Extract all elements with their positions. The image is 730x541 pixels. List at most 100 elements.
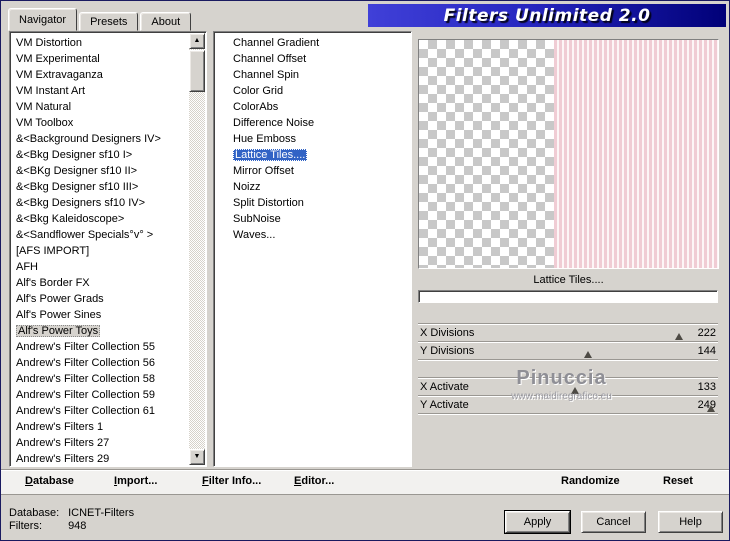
scroll-up-icon: ▲ bbox=[193, 37, 201, 44]
param-label: X Divisions bbox=[420, 327, 475, 339]
title-banner: Filters Unlimited 2.0 bbox=[368, 4, 726, 27]
category-item[interactable]: VM Natural bbox=[12, 99, 188, 115]
param-group: X Activate 133 Y Activate 249 bbox=[418, 377, 718, 414]
status-bar: Database: ICNET-Filters Filters: 948 App… bbox=[1, 496, 729, 540]
category-item[interactable]: Andrew's Filters 27 bbox=[12, 435, 188, 451]
category-item[interactable]: Alf's Power Sines bbox=[12, 307, 188, 323]
current-filter-name: Lattice Tiles.... bbox=[533, 274, 604, 286]
param-label: X Activate bbox=[420, 381, 469, 393]
filter-item[interactable]: Color Grid bbox=[229, 83, 409, 99]
category-item[interactable]: Andrew's Filters 29 bbox=[12, 451, 188, 464]
slider-thumb-icon[interactable] bbox=[570, 387, 579, 394]
scroll-up-button[interactable]: ▲ bbox=[189, 33, 205, 49]
param-slider-y-activate[interactable]: Y Activate 249 bbox=[418, 396, 718, 414]
preview-panel: Lattice Tiles.... X Divisions 222 Y Divisi… bbox=[414, 31, 723, 467]
category-item[interactable]: Alf's Power Toys bbox=[12, 323, 188, 339]
cancel-button[interactable]: Cancel bbox=[581, 511, 646, 533]
param-value: 144 bbox=[697, 345, 716, 357]
filter-listbox: Channel Gradient Channel Offset Channel Sp… bbox=[213, 31, 412, 467]
scrollbar-thumb[interactable] bbox=[189, 50, 205, 92]
category-scrollbar[interactable]: ▲ ▼ bbox=[189, 33, 205, 465]
category-item[interactable]: Andrew's Filters 1 bbox=[12, 419, 188, 435]
category-item[interactable]: Andrew's Filter Collection 58 bbox=[12, 371, 188, 387]
slider-thumb-icon[interactable] bbox=[706, 405, 715, 412]
import-button[interactable]: Import... bbox=[114, 475, 157, 487]
category-item[interactable]: Alf's Power Grads bbox=[12, 291, 188, 307]
param-slider-x-activate[interactable]: X Activate 133 bbox=[418, 378, 718, 396]
filters-status-value: 948 bbox=[68, 520, 87, 532]
slider-thumb-icon[interactable] bbox=[583, 351, 592, 358]
param-label: Y Activate bbox=[420, 399, 469, 411]
category-item[interactable]: &<Bkg Designer sf10 III> bbox=[12, 179, 188, 195]
apply-button[interactable]: Apply bbox=[504, 510, 571, 534]
filters-unlimited-window: Navigator Presets About Filters Unlimited … bbox=[0, 0, 730, 541]
preview-filtered-region bbox=[553, 40, 718, 268]
scroll-down-button[interactable]: ▼ bbox=[189, 449, 205, 465]
filter-info-button[interactable]: Filter Info... bbox=[202, 475, 261, 487]
tab-presets[interactable]: Presets bbox=[79, 12, 139, 31]
filter-item[interactable]: Split Distortion bbox=[229, 195, 409, 211]
tab-navigator[interactable]: Navigator bbox=[8, 8, 78, 31]
category-item[interactable]: &<Bkg Designer sf10 I> bbox=[12, 147, 188, 163]
param-slider-y-divisions[interactable]: Y Divisions 144 bbox=[418, 342, 718, 360]
category-item[interactable]: [AFS IMPORT] bbox=[12, 243, 188, 259]
preview-area bbox=[418, 39, 719, 269]
category-item[interactable]: Alf's Border FX bbox=[12, 275, 188, 291]
param-value: 133 bbox=[697, 381, 716, 393]
filter-item[interactable]: Noizz bbox=[229, 179, 409, 195]
category-item[interactable]: VM Toolbox bbox=[12, 115, 188, 131]
randomize-button[interactable]: Randomize bbox=[561, 475, 620, 487]
filter-item[interactable]: Lattice Tiles.... bbox=[229, 147, 409, 163]
reset-button[interactable]: Reset bbox=[663, 475, 693, 487]
database-status-value: ICNET-Filters bbox=[68, 507, 135, 519]
selected-filter: Lattice Tiles.... bbox=[233, 149, 308, 161]
editor-button[interactable]: Editor... bbox=[294, 475, 334, 487]
category-item[interactable]: &<Sandflower Specials°v° > bbox=[12, 227, 188, 243]
category-item[interactable]: Andrew's Filter Collection 56 bbox=[12, 355, 188, 371]
preview-transparent-region bbox=[419, 40, 554, 268]
param-list: X Divisions 222 Y Divisions 144 X Activate 13… bbox=[418, 323, 718, 431]
filter-item[interactable]: Waves... bbox=[229, 227, 409, 243]
filter-list[interactable]: Channel Gradient Channel Offset Channel Sp… bbox=[214, 35, 409, 464]
category-item[interactable]: &<Background Designers IV> bbox=[12, 131, 188, 147]
command-bar: Database Import... Filter Info... Editor… bbox=[1, 469, 729, 495]
category-item[interactable]: VM Instant Art bbox=[12, 83, 188, 99]
slider-thumb-icon[interactable] bbox=[675, 333, 684, 340]
category-item[interactable]: AFH bbox=[12, 259, 188, 275]
category-item[interactable]: &<Bkg Kaleidoscope> bbox=[12, 211, 188, 227]
window-title: Filters Unlimited 2.0 bbox=[443, 5, 651, 26]
category-item[interactable]: VM Distortion bbox=[12, 35, 188, 51]
selected-category: Alf's Power Toys bbox=[16, 325, 101, 337]
category-item[interactable]: Andrew's Filter Collection 61 bbox=[12, 403, 188, 419]
filters-status: Filters: 948 bbox=[9, 520, 86, 532]
param-group: X Divisions 222 Y Divisions 144 bbox=[418, 323, 718, 360]
category-item[interactable]: VM Experimental bbox=[12, 51, 188, 67]
filter-item[interactable]: Channel Offset bbox=[229, 51, 409, 67]
database-status-label: Database: bbox=[9, 507, 60, 519]
param-label: Y Divisions bbox=[420, 345, 475, 357]
category-item[interactable]: Andrew's Filter Collection 59 bbox=[12, 387, 188, 403]
tab-about[interactable]: About bbox=[140, 12, 192, 31]
param-value: 222 bbox=[697, 327, 716, 339]
tab-bar: Navigator Presets About bbox=[8, 6, 192, 31]
filter-item[interactable]: Channel Gradient bbox=[229, 35, 409, 51]
param-slider-x-divisions[interactable]: X Divisions 222 bbox=[418, 324, 718, 342]
category-item[interactable]: Andrew's Filter Collection 55 bbox=[12, 339, 188, 355]
category-list[interactable]: VM Distortion VM Experimental VM Extravaga… bbox=[12, 35, 188, 464]
help-button[interactable]: Help bbox=[658, 511, 723, 533]
progress-bar bbox=[418, 290, 718, 303]
filter-item[interactable]: Mirror Offset bbox=[229, 163, 409, 179]
filter-item[interactable]: SubNoise bbox=[229, 211, 409, 227]
filter-item[interactable]: Channel Spin bbox=[229, 67, 409, 83]
scroll-down-icon: ▼ bbox=[193, 453, 201, 460]
category-item[interactable]: &<Bkg Designers sf10 IV> bbox=[12, 195, 188, 211]
database-status: Database: ICNET-Filters bbox=[9, 507, 134, 519]
database-button[interactable]: Database bbox=[25, 475, 74, 487]
filter-item[interactable]: Hue Emboss bbox=[229, 131, 409, 147]
filters-status-label: Filters: bbox=[9, 520, 42, 532]
category-listbox: VM Distortion VM Experimental VM Extravaga… bbox=[9, 31, 207, 467]
category-item[interactable]: VM Extravaganza bbox=[12, 67, 188, 83]
filter-item[interactable]: ColorAbs bbox=[229, 99, 409, 115]
category-item[interactable]: &<BKg Designer sf10 II> bbox=[12, 163, 188, 179]
filter-item[interactable]: Difference Noise bbox=[229, 115, 409, 131]
